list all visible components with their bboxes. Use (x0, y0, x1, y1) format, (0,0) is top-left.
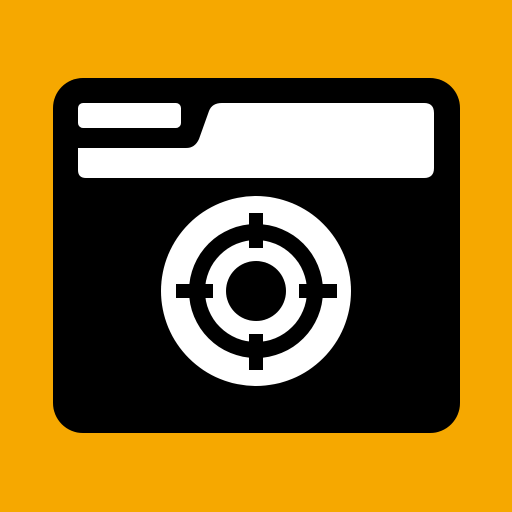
crosshair-tick-top (249, 213, 263, 248)
folder-location-target-icon (0, 0, 512, 512)
crosshair-tick-bottom (249, 334, 263, 370)
crosshair-tick-right (299, 284, 337, 298)
crosshair-tick-left (176, 284, 213, 298)
app-icon-canvas (0, 0, 512, 512)
folder-tab-icon (78, 103, 181, 128)
crosshair-center-dot (226, 261, 286, 321)
